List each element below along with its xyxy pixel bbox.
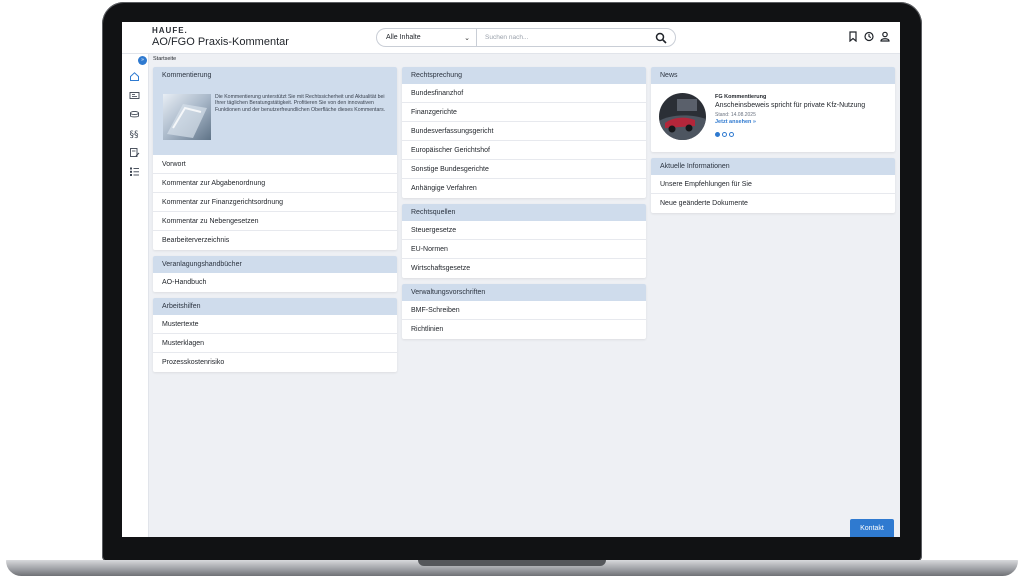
card-rechtsquellen: Rechtsquellen Steuergesetze EU-Normen Wi… xyxy=(402,204,646,278)
brand-logo: HAUFE. xyxy=(152,26,188,35)
search-input[interactable] xyxy=(477,34,647,41)
card-rechtsprechung: Rechtsprechung Bundesfinanzhof Finanzger… xyxy=(402,67,646,198)
screen: HAUFE. AO/FGO Praxis-Kommentar Alle Inha… xyxy=(122,22,900,537)
home-icon[interactable] xyxy=(129,71,140,82)
card-heading: Aktuelle Informationen xyxy=(651,158,895,175)
expand-nav-button[interactable]: » xyxy=(138,56,147,65)
news-date: Stand: 14.08.2025 xyxy=(715,112,756,118)
laptop-mockup: HAUFE. AO/FGO Praxis-Kommentar Alle Inha… xyxy=(0,0,1024,586)
list-item[interactable]: Wirtschaftsgesetze xyxy=(402,259,646,278)
coins-icon[interactable] xyxy=(129,109,140,120)
svg-text:§§: §§ xyxy=(130,130,140,139)
list-item[interactable]: Kommentar zur Abgabenordnung xyxy=(153,174,397,193)
document-edit-icon[interactable] xyxy=(129,147,140,158)
card-heading: Veranlagungshandbücher xyxy=(153,256,397,273)
list-item[interactable]: EU-Normen xyxy=(402,240,646,259)
kommentierung-intro: Kommentierung Die Kommentierung unterstü… xyxy=(153,67,397,155)
history-clock-icon[interactable] xyxy=(864,31,874,42)
app-title: AO/FGO Praxis-Kommentar xyxy=(152,36,289,48)
card-heading: Rechtsprechung xyxy=(402,67,646,84)
list-item[interactable]: Musterklagen xyxy=(153,334,397,353)
list-item[interactable]: Mustertexte xyxy=(153,315,397,334)
breadcrumb[interactable]: Startseite xyxy=(153,56,176,62)
news-title[interactable]: Anscheinsbeweis spricht für private Kfz-… xyxy=(715,102,865,109)
card-veranlagungshandbuecher: Veranlagungshandbücher AO-Handbuch xyxy=(153,256,397,292)
list-item[interactable]: Bundesfinanzhof xyxy=(402,84,646,103)
list-item[interactable]: Prozesskostenrisiko xyxy=(153,353,397,372)
intro-text: Die Kommentierung unterstützt Sie mit Re… xyxy=(215,94,386,113)
list-item[interactable]: Unsere Empfehlungen für Sie xyxy=(651,175,895,194)
card-verwaltungsvorschriften: Verwaltungsvorschriften BMF-Schreiben Ri… xyxy=(402,284,646,339)
search-bar: Alle Inhalte ⌄ xyxy=(376,28,676,47)
card-heading: News xyxy=(651,67,895,84)
card-arbeitshilfen: Arbeitshilfen Mustertexte Musterklagen P… xyxy=(153,298,397,372)
list-item[interactable]: Bundesverfassungsgericht xyxy=(402,122,646,141)
laptop-notch xyxy=(418,560,606,566)
list-item[interactable]: BMF-Schreiben xyxy=(402,301,646,320)
paragraph-icon[interactable]: §§ xyxy=(129,128,140,139)
list-item[interactable]: Neue geänderte Dokumente xyxy=(651,194,895,213)
side-navigation: » §§ xyxy=(122,54,149,537)
card-heading: Rechtsquellen xyxy=(402,204,646,221)
list-item[interactable]: Europäischer Gerichtshof xyxy=(402,141,646,160)
news-read-more-link[interactable]: Jetzt ansehen » xyxy=(715,119,756,125)
list-item[interactable]: Anhängige Verfahren xyxy=(402,179,646,198)
list-item[interactable]: Bearbeiterverzeichnis xyxy=(153,231,397,250)
search-scope-label: Alle Inhalte xyxy=(386,34,421,41)
column-kommentierung: Kommentierung Die Kommentierung unterstü… xyxy=(153,67,397,378)
list-item[interactable]: Vorwort xyxy=(153,155,397,174)
news-image xyxy=(659,93,706,140)
list-item[interactable]: Kommentar zur Finanzgerichtsordnung xyxy=(153,193,397,212)
user-icon[interactable] xyxy=(880,31,890,42)
list-item[interactable]: Kommentar zu Nebengesetzen xyxy=(153,212,397,231)
column-news: News FG Kommentierung Anscheinsbeweis sp… xyxy=(651,67,895,219)
search-icon[interactable] xyxy=(655,32,667,44)
app-header: HAUFE. AO/FGO Praxis-Kommentar Alle Inha… xyxy=(122,22,900,54)
id-card-icon[interactable] xyxy=(129,90,140,101)
news-teaser[interactable]: FG Kommentierung Anscheinsbeweis spricht… xyxy=(651,84,895,152)
kontakt-button[interactable]: Kontakt xyxy=(850,519,894,537)
card-aktuelle-informationen: Aktuelle Informationen Unsere Empfehlung… xyxy=(651,158,895,213)
chevron-down-icon: ⌄ xyxy=(464,35,470,42)
carousel-dot[interactable] xyxy=(715,132,720,137)
card-news: News FG Kommentierung Anscheinsbeweis sp… xyxy=(651,67,895,152)
column-rechtsprechung: Rechtsprechung Bundesfinanzhof Finanzger… xyxy=(402,67,646,345)
brand[interactable]: HAUFE. AO/FGO Praxis-Kommentar xyxy=(152,26,289,48)
list-item[interactable]: Richtlinien xyxy=(402,320,646,339)
list-item[interactable]: Steuergesetze xyxy=(402,221,646,240)
news-category: FG Kommentierung xyxy=(715,94,767,100)
list-item[interactable]: Sonstige Bundesgerichte xyxy=(402,160,646,179)
carousel-dot[interactable] xyxy=(722,132,727,137)
search-scope-select[interactable]: Alle Inhalte ⌄ xyxy=(377,29,477,46)
intro-image xyxy=(163,94,211,140)
list-item[interactable]: AO-Handbuch xyxy=(153,273,397,292)
card-heading: Verwaltungsvorschriften xyxy=(402,284,646,301)
card-kommentierung: Kommentierung Die Kommentierung unterstü… xyxy=(153,67,397,250)
header-actions xyxy=(848,31,890,42)
bookmark-icon[interactable] xyxy=(848,31,858,42)
carousel-dot[interactable] xyxy=(729,132,734,137)
card-heading: Kommentierung xyxy=(162,72,212,79)
card-heading: Arbeitshilfen xyxy=(153,298,397,315)
list-icon[interactable] xyxy=(129,166,140,177)
carousel-dots xyxy=(715,132,734,137)
list-item[interactable]: Finanzgerichte xyxy=(402,103,646,122)
